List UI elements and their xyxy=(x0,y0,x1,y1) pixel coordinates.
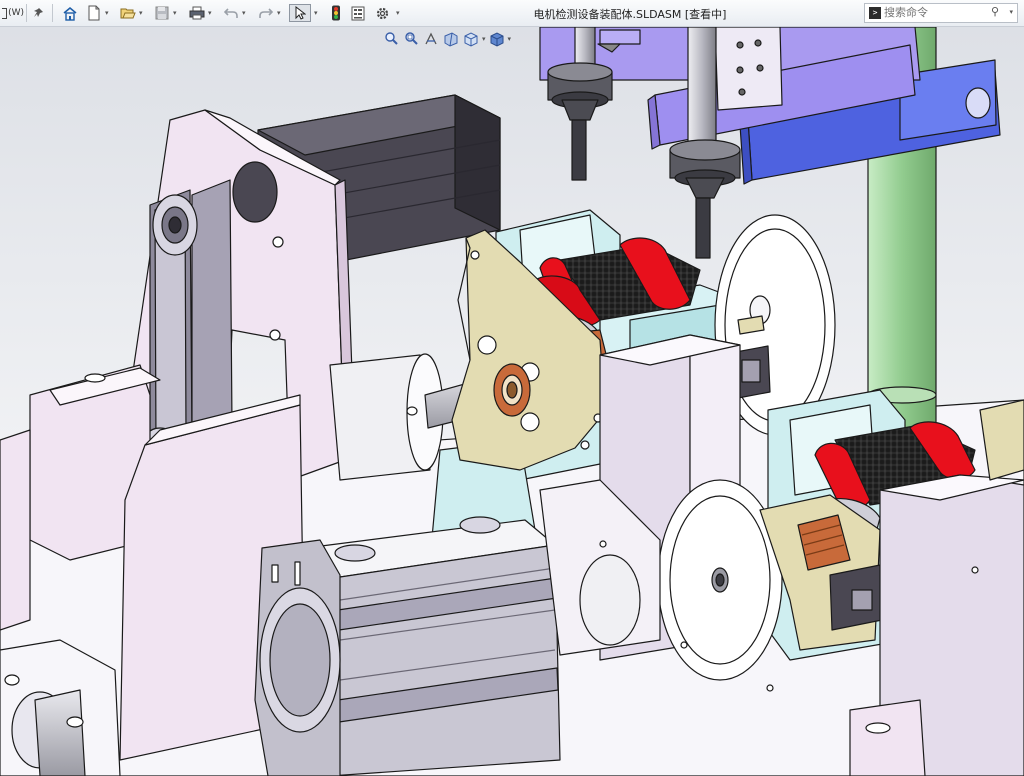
zoom-to-fit-icon[interactable] xyxy=(382,30,400,48)
print-icon[interactable] xyxy=(187,4,207,22)
options-icon[interactable] xyxy=(372,4,392,22)
save-dropdown-icon[interactable]: ▾ xyxy=(173,9,177,17)
pin-icon[interactable] xyxy=(30,4,46,22)
print-dropdown-icon[interactable]: ▾ xyxy=(208,9,212,17)
open-dropdown-icon[interactable]: ▾ xyxy=(139,9,143,17)
open-icon[interactable] xyxy=(118,4,138,22)
menu-window-stub[interactable]: (W) xyxy=(2,4,24,22)
new-dropdown-icon[interactable]: ▾ xyxy=(105,9,109,17)
display-style-dropdown-icon[interactable]: ▾ xyxy=(508,30,512,50)
new-document-icon[interactable] xyxy=(84,4,104,22)
view-orientation-dropdown-icon[interactable]: ▾ xyxy=(482,30,486,50)
redo-dropdown-icon[interactable]: ▾ xyxy=(277,9,281,17)
command-icon: > xyxy=(869,7,881,19)
section-view-icon[interactable] xyxy=(442,30,460,48)
file-properties-icon[interactable] xyxy=(348,4,368,22)
undo-dropdown-icon[interactable]: ▾ xyxy=(242,9,246,17)
heads-up-view-toolbar: ▾ ▾ xyxy=(382,30,511,50)
search-box[interactable]: > ⚲ ▾ xyxy=(864,3,1018,23)
menu-window-label: (W) xyxy=(8,8,24,18)
window-title: 电机检测设备装配体.SLDASM [查看中] xyxy=(533,8,727,21)
panel-icon xyxy=(2,7,8,19)
home-icon[interactable] xyxy=(60,4,80,22)
display-style-icon[interactable] xyxy=(488,30,506,48)
graphics-area[interactable] xyxy=(0,27,1024,776)
search-dropdown-icon[interactable]: ▾ xyxy=(1009,8,1013,16)
air-cylinder xyxy=(254,516,561,776)
undo-icon[interactable] xyxy=(221,4,241,22)
select-icon[interactable] xyxy=(289,4,311,22)
main-toolbar: (W) ▾ ▾ ▾ ▾ ▾ ▾ ▾ ▾ 电机检测设备装配体.SLDASM [查看 xyxy=(0,0,1024,27)
previous-view-icon[interactable] xyxy=(422,30,440,48)
search-icon[interactable]: ⚲ xyxy=(991,5,999,18)
select-dropdown-icon[interactable]: ▾ xyxy=(314,9,318,17)
options-dropdown-icon[interactable]: ▾ xyxy=(396,9,400,17)
search-input[interactable] xyxy=(884,5,992,20)
redo-icon[interactable] xyxy=(256,4,276,22)
view-orientation-icon[interactable] xyxy=(462,30,480,48)
rebuild-icon[interactable] xyxy=(326,4,346,22)
zoom-to-area-icon[interactable] xyxy=(402,30,420,48)
save-icon[interactable] xyxy=(152,4,172,22)
